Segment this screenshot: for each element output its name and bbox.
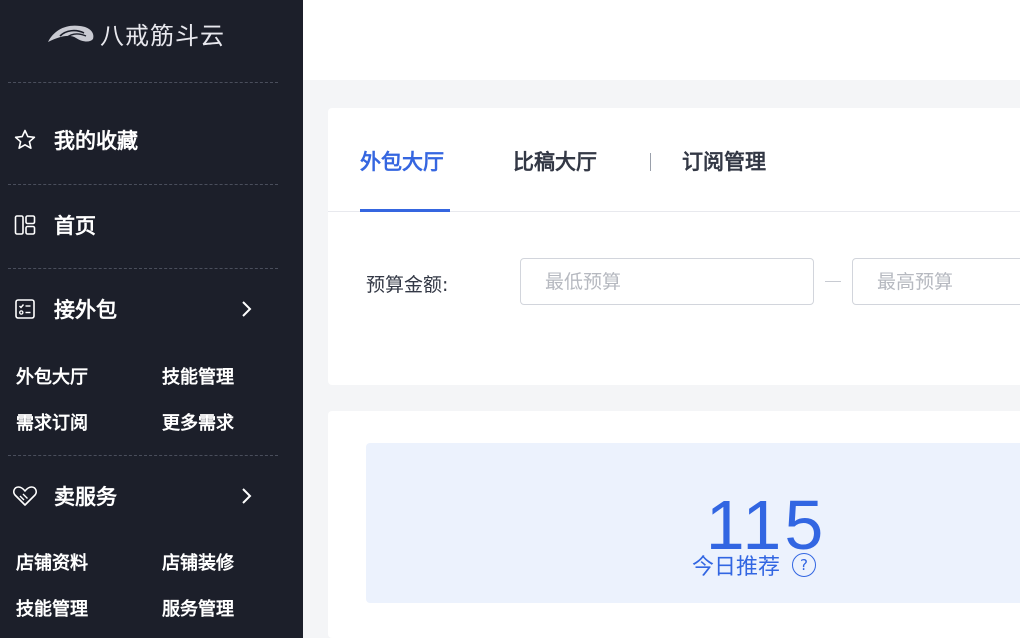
sidebar-item-services[interactable]: 卖服务 bbox=[12, 476, 272, 516]
sidebar-divider bbox=[8, 455, 278, 456]
sidebar-divider bbox=[8, 184, 278, 185]
today-recommend-box[interactable]: 115 今日推荐 ? bbox=[366, 443, 1020, 603]
sidebar-subitem-shop-decoration[interactable]: 店铺装修 bbox=[162, 549, 234, 575]
grid-icon bbox=[12, 212, 38, 238]
chevron-right-icon bbox=[236, 297, 256, 321]
active-tab-indicator bbox=[360, 209, 450, 212]
sidebar-item-outsourcing[interactable]: 接外包 bbox=[12, 289, 272, 329]
sidebar-subitem-service-management[interactable]: 服务管理 bbox=[162, 595, 234, 621]
sidebar-item-label: 首页 bbox=[54, 214, 96, 238]
star-icon bbox=[12, 127, 38, 153]
max-budget-input[interactable] bbox=[852, 258, 1020, 305]
help-icon[interactable]: ? bbox=[792, 553, 817, 577]
recommend-label: 今日推荐 bbox=[692, 555, 781, 580]
sidebar-subitem-shop-profile[interactable]: 店铺资料 bbox=[16, 549, 88, 575]
min-budget-input[interactable] bbox=[520, 258, 814, 305]
tab-bar: 外包大厅 比稿大厅 订阅管理 bbox=[328, 108, 1020, 212]
task-list-icon bbox=[12, 296, 38, 322]
tab-bidding-hall[interactable]: 比稿大厅 bbox=[513, 146, 597, 176]
sidebar-item-favorites[interactable]: 我的收藏 bbox=[12, 120, 272, 160]
tab-subscription-management[interactable]: 订阅管理 bbox=[682, 146, 766, 176]
sidebar-divider bbox=[8, 268, 278, 269]
sidebar: 八戒筋斗云 我的收藏 首页 接外包 外包大厅 技能管理 需求订阅 更多需求 卖服… bbox=[0, 0, 303, 638]
brand-name: 八戒筋斗云 bbox=[100, 21, 225, 50]
cloud-logo-icon bbox=[48, 25, 94, 42]
tab-outsourcing-hall[interactable]: 外包大厅 bbox=[360, 146, 444, 176]
sidebar-subitem-skill-management[interactable]: 技能管理 bbox=[162, 363, 234, 389]
stats-card: 115 今日推荐 ? bbox=[328, 411, 1020, 638]
sidebar-item-home[interactable]: 首页 bbox=[12, 205, 272, 245]
sidebar-subitem-outsourcing-hall[interactable]: 外包大厅 bbox=[16, 363, 88, 389]
brand-logo[interactable]: 八戒筋斗云 bbox=[46, 16, 225, 50]
sidebar-item-label: 接外包 bbox=[54, 298, 117, 322]
chevron-right-icon bbox=[236, 484, 256, 508]
recommend-label-row: 今日推荐 ? bbox=[692, 549, 817, 581]
sidebar-divider bbox=[8, 82, 278, 83]
sidebar-subitem-skill-management[interactable]: 技能管理 bbox=[16, 595, 88, 621]
sidebar-item-label: 卖服务 bbox=[54, 485, 117, 509]
sidebar-subitem-more-demands[interactable]: 更多需求 bbox=[162, 409, 234, 435]
top-header bbox=[303, 0, 1020, 80]
sidebar-item-label: 我的收藏 bbox=[54, 129, 138, 153]
tab-separator bbox=[650, 153, 651, 171]
handshake-icon bbox=[12, 483, 38, 509]
filter-card: 外包大厅 比稿大厅 订阅管理 预算金额: bbox=[328, 108, 1020, 385]
range-dash bbox=[825, 281, 841, 282]
budget-label: 预算金额: bbox=[366, 274, 449, 296]
sidebar-subitem-demand-subscription[interactable]: 需求订阅 bbox=[16, 409, 88, 435]
